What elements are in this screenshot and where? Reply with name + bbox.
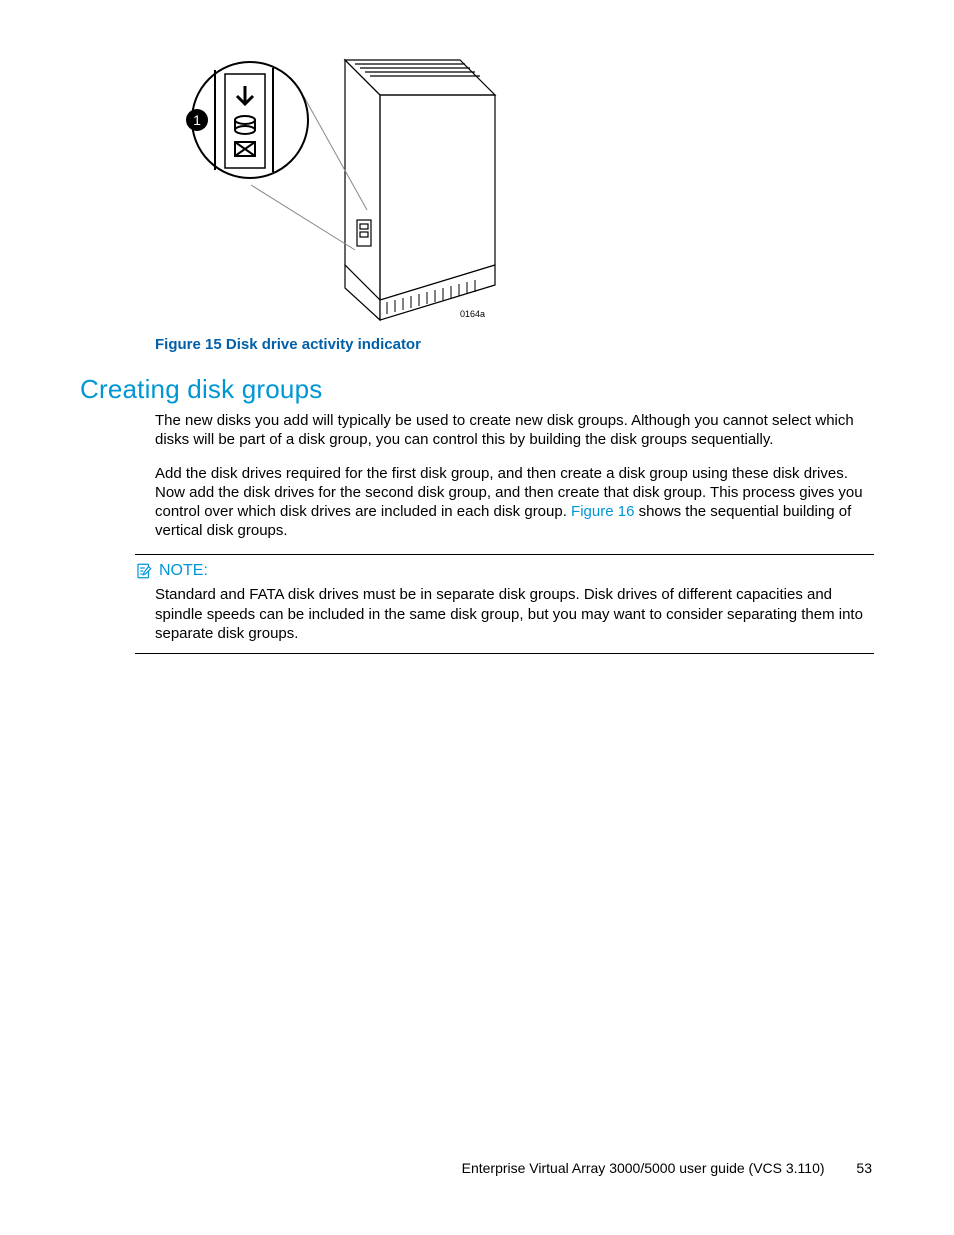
figure-callout-1: 1: [193, 112, 201, 128]
paragraph-1: The new disks you add will typically be …: [155, 411, 874, 449]
note-block: NOTE: Standard and FATA disk drives must…: [135, 554, 874, 654]
note-label: NOTE:: [159, 561, 208, 581]
footer-title: Enterprise Virtual Array 3000/5000 user …: [462, 1160, 825, 1176]
figure-caption: Figure 15 Disk drive activity indicator: [155, 336, 874, 355]
page-footer: Enterprise Virtual Array 3000/5000 user …: [462, 1160, 872, 1178]
figure-reference-code: 0164a: [460, 309, 485, 320]
page-number: 53: [856, 1160, 872, 1178]
figure-block: 1 0164a Figure 15 Disk drive activity in…: [155, 40, 874, 355]
note-icon: [135, 562, 153, 580]
figure-image: 1 0164a: [155, 40, 505, 330]
note-body: Standard and FATA disk drives must be in…: [155, 585, 874, 643]
figure-caption-label: Figure 15: [155, 336, 222, 353]
figure-16-link[interactable]: Figure 16: [571, 503, 634, 520]
figure-caption-title: Disk drive activity indicator: [226, 336, 421, 353]
paragraph-2: Add the disk drives required for the fir…: [155, 464, 874, 541]
section-heading: Creating disk groups: [80, 373, 874, 406]
